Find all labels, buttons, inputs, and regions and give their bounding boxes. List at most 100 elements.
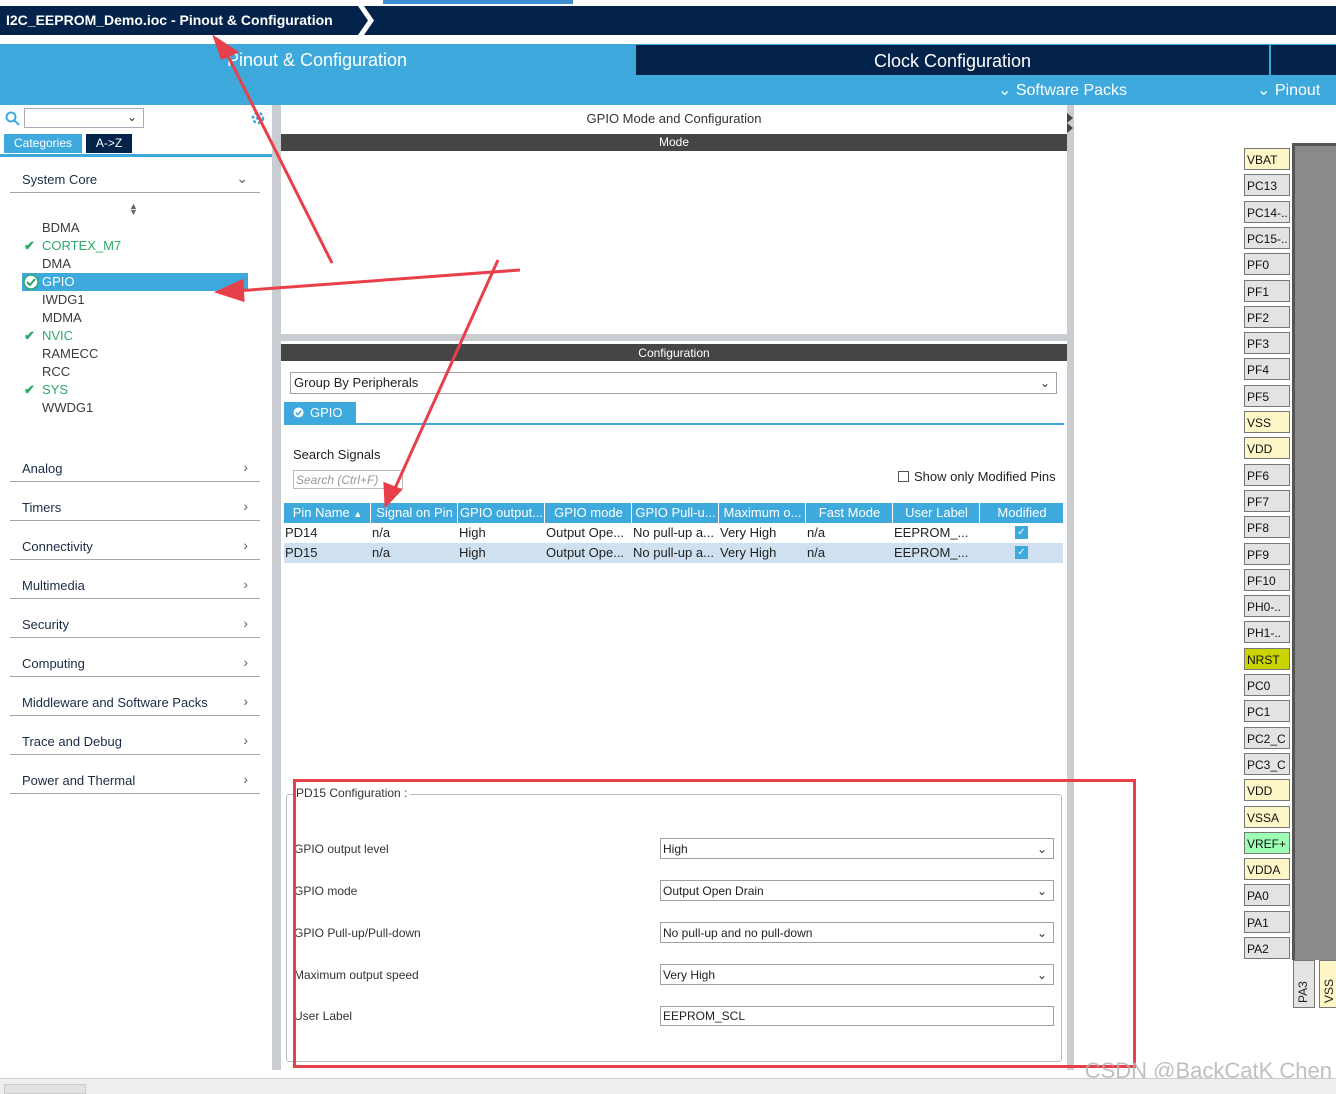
sidebar-item-rcc[interactable]: RCC <box>22 363 248 381</box>
category-analog[interactable]: Analog › <box>10 456 260 482</box>
chip-pin[interactable]: PA1 <box>1244 911 1290 933</box>
column-header-user-label[interactable]: User Label <box>893 503 980 523</box>
chip-pin-bottom[interactable]: PA3 <box>1293 960 1315 1008</box>
chip-pin[interactable]: VREF+ <box>1244 832 1290 854</box>
category-system-core[interactable]: System Core ⌄ <box>10 167 260 193</box>
chip-pin[interactable]: PH0-.. <box>1244 595 1290 617</box>
category-security[interactable]: Security › <box>10 612 260 638</box>
chevron-down-icon[interactable]: ⌄ <box>127 110 137 124</box>
chip-pin[interactable]: PC13 <box>1244 174 1290 196</box>
chip-pin[interactable]: VDD <box>1244 437 1290 459</box>
category-computing[interactable]: Computing › <box>10 651 260 677</box>
chip-pin[interactable]: PF0 <box>1244 253 1290 275</box>
column-header-gpio-mode[interactable]: GPIO mode <box>545 503 632 523</box>
mode-config-splitter[interactable] <box>281 334 1067 341</box>
software-packs-menu[interactable]: ⌄ Software Packs <box>998 75 1127 105</box>
chip-pin[interactable]: PF1 <box>1244 280 1290 302</box>
gear-icon[interactable] <box>249 109 267 127</box>
pinout-menu[interactable]: ⌄ Pinout <box>1257 75 1320 105</box>
tab-a-to-z[interactable]: A->Z <box>86 134 132 153</box>
chip-pin[interactable]: VSS <box>1244 411 1290 433</box>
cell-max-speed: Very High <box>720 525 777 540</box>
table-row[interactable]: PD15 n/a High Output Ope... No pull-up a… <box>284 543 1063 563</box>
search-icon[interactable] <box>5 111 20 126</box>
editor-tab-strip[interactable] <box>383 0 573 4</box>
tab-categories[interactable]: Categories <box>4 134 82 153</box>
column-header-modified[interactable]: Modified <box>980 503 1063 523</box>
chip-pin[interactable]: PF10 <box>1244 569 1290 591</box>
category-trace-debug[interactable]: Trace and Debug › <box>10 729 260 755</box>
chevron-right-icon: › <box>243 459 248 475</box>
sidebar-item-ramecc[interactable]: RAMECC <box>22 345 248 363</box>
configuration-section-header: Configuration <box>281 344 1067 361</box>
sidebar-item-dma[interactable]: DMA <box>22 255 248 273</box>
bottom-tab[interactable] <box>4 1084 86 1094</box>
category-multimedia[interactable]: Multimedia › <box>10 573 260 599</box>
category-label: Middleware and Software Packs <box>22 695 208 710</box>
chip-pin[interactable]: PC2_C <box>1244 727 1290 749</box>
group-by-select[interactable]: Group By Peripherals ⌄ <box>290 372 1057 394</box>
sidebar-item-wwdg1[interactable]: WWDG1 <box>22 399 248 417</box>
chip-pin[interactable]: VDDA <box>1244 858 1290 880</box>
table-row[interactable]: PD14 n/a High Output Ope... No pull-up a… <box>284 523 1063 543</box>
category-label: Multimedia <box>22 578 85 593</box>
chip-pin[interactable]: PF3 <box>1244 332 1290 354</box>
chip-pin[interactable]: PC15-.. <box>1244 227 1290 249</box>
sidebar-item-cortex-m7[interactable]: ✔ CORTEX_M7 <box>22 237 248 255</box>
chevron-down-icon: ⌄ <box>1039 376 1050 390</box>
column-header-fast-mode[interactable]: Fast Mode <box>806 503 893 523</box>
sidebar-item-bdma[interactable]: BDMA <box>22 219 248 237</box>
chip-pin[interactable]: PC14-.. <box>1244 201 1290 223</box>
category-timers[interactable]: Timers › <box>10 495 260 521</box>
chip-pin[interactable]: PF4 <box>1244 358 1290 380</box>
sidebar-item-iwdg1[interactable]: IWDG1 <box>22 291 248 309</box>
collapse-arrow-icon[interactable] <box>1067 111 1074 135</box>
search-signals-input[interactable]: Search (Ctrl+F) <box>293 470 403 489</box>
chip-pin[interactable]: PF2 <box>1244 306 1290 328</box>
chip-pin[interactable]: PF6 <box>1244 464 1290 486</box>
chip-pin[interactable]: PC0 <box>1244 674 1290 696</box>
cell-user-label: EEPROM_... <box>894 525 969 540</box>
category-middleware[interactable]: Middleware and Software Packs › <box>10 690 260 716</box>
column-header-pin-name[interactable]: Pin Name ▲ <box>284 503 371 523</box>
sidebar-item-sys[interactable]: ✔ SYS <box>22 381 248 399</box>
chip-pin[interactable]: NRST <box>1244 648 1290 670</box>
chip-pin[interactable]: PF9 <box>1244 543 1290 565</box>
column-header-max-speed[interactable]: Maximum o... <box>719 503 806 523</box>
category-connectivity[interactable]: Connectivity › <box>10 534 260 560</box>
chip-pin[interactable]: VBAT <box>1244 148 1290 170</box>
sidebar-item-gpio[interactable]: GPIO <box>22 273 248 291</box>
chevron-down-icon: ⌄ <box>1257 82 1271 99</box>
chip-pin[interactable]: PC1 <box>1244 700 1290 722</box>
mode-section-header: Mode <box>281 134 1067 151</box>
tab-clock-configuration[interactable]: Clock Configuration <box>636 45 1269 75</box>
sort-icon[interactable]: ▲ ▼ <box>129 202 138 217</box>
category-power-thermal[interactable]: Power and Thermal › <box>10 768 260 794</box>
modified-checkbox[interactable]: ✓ <box>1015 526 1028 539</box>
chip-pin[interactable]: PF5 <box>1244 385 1290 407</box>
column-header-signal[interactable]: Signal on Pin <box>371 503 458 523</box>
sidebar-item-nvic[interactable]: ✔ NVIC <box>22 327 248 345</box>
chip-pin[interactable]: VSSA <box>1244 806 1290 828</box>
sidebar-item-mdma[interactable]: MDMA <box>22 309 248 327</box>
splitter-left[interactable] <box>272 105 281 1070</box>
chip-pin[interactable]: PA0 <box>1244 884 1290 906</box>
chip-pin[interactable]: PC3_C <box>1244 753 1290 775</box>
tab-more[interactable] <box>1271 45 1336 75</box>
chip-pin[interactable]: VDD <box>1244 779 1290 801</box>
show-only-modified-checkbox[interactable]: Show only Modified Pins <box>898 469 1056 484</box>
chip-pin-bottom[interactable]: VSS <box>1319 960 1336 1008</box>
cell-signal: n/a <box>372 545 391 560</box>
tab-pinout-configuration[interactable]: Pinout & Configuration <box>0 44 634 75</box>
tab-gpio[interactable]: GPIO <box>284 402 356 423</box>
chevron-down-icon: ⌄ <box>998 82 1012 99</box>
category-search-input[interactable]: ⌄ <box>24 108 144 128</box>
column-header-output-level[interactable]: GPIO output... <box>458 503 545 523</box>
cell-pull: No pull-up a... <box>633 525 714 540</box>
chip-pin[interactable]: PA2 <box>1244 937 1290 959</box>
modified-checkbox[interactable]: ✓ <box>1015 546 1028 559</box>
chip-pin[interactable]: PF8 <box>1244 516 1290 538</box>
column-header-pull[interactable]: GPIO Pull-u... <box>632 503 719 523</box>
chip-pin[interactable]: PF7 <box>1244 490 1290 512</box>
chip-pin[interactable]: PH1-.. <box>1244 621 1290 643</box>
